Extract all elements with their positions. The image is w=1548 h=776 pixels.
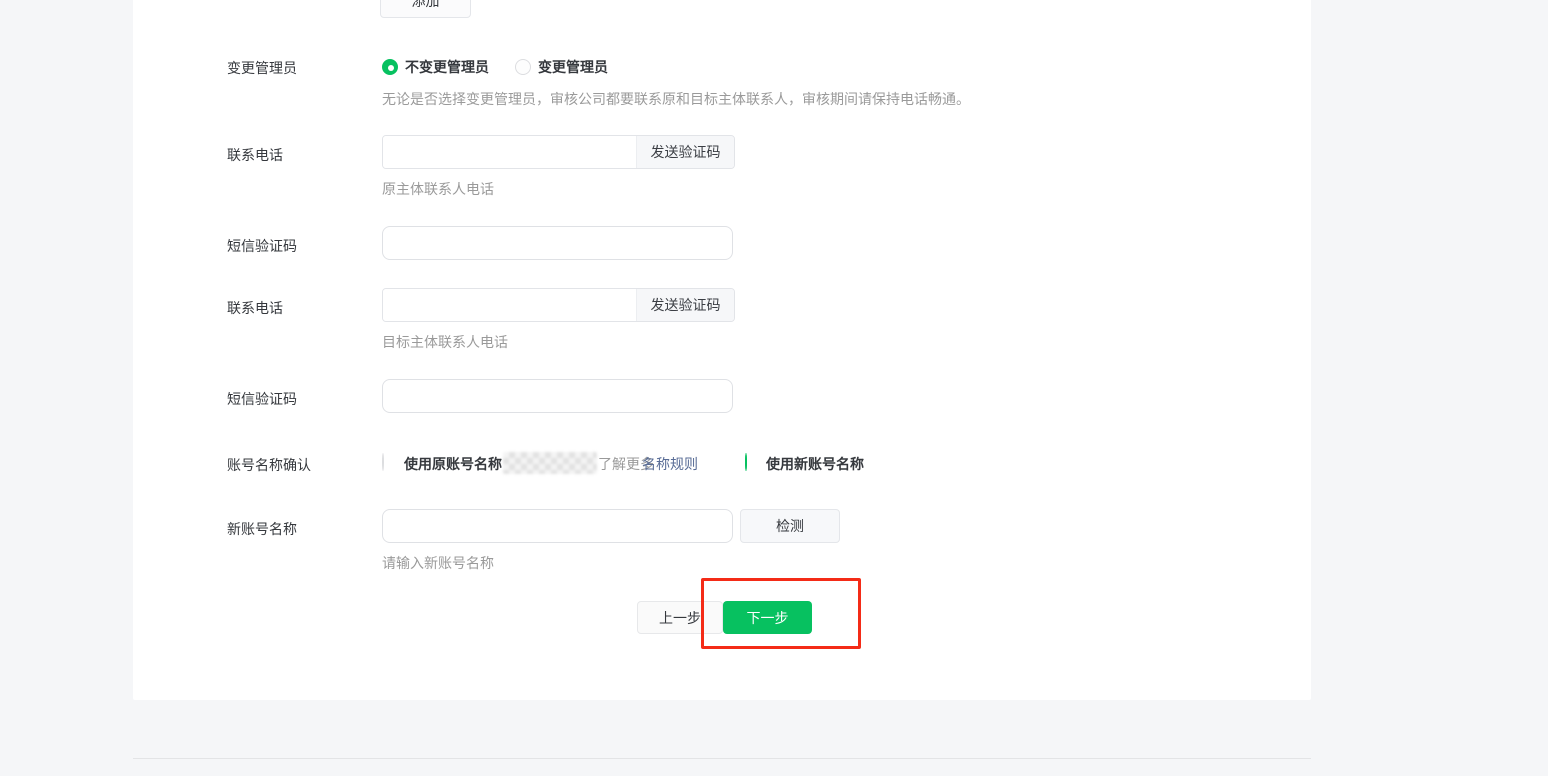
next-step-button[interactable]: 下一步: [723, 601, 812, 634]
target-phone-group: 发送验证码: [382, 288, 735, 322]
new-account-name-input[interactable]: [382, 509, 733, 543]
radio-option-change[interactable]: 变更管理员: [515, 57, 608, 77]
radio-option-label: 变更管理员: [538, 57, 608, 77]
target-phone-label: 联系电话: [227, 298, 283, 318]
original-phone-note: 原主体联系人电话: [382, 179, 494, 199]
new-account-name-note: 请输入新账号名称: [382, 553, 494, 573]
redacted-original-account-name: [503, 452, 597, 474]
original-sms-label: 短信验证码: [227, 236, 297, 256]
radio-checked-icon[interactable]: [382, 59, 398, 75]
admin-change-note: 无论是否选择变更管理员，审核公司都要联系原和目标主体联系人，审核期间请保持电话畅…: [382, 89, 970, 109]
target-phone-input[interactable]: [383, 289, 636, 321]
new-account-name-label: 新账号名称: [227, 519, 297, 539]
radio-option-no-change[interactable]: 不变更管理员: [382, 57, 489, 77]
original-sms-input[interactable]: [382, 226, 733, 260]
admin-change-label: 变更管理员: [227, 58, 297, 78]
previous-step-button[interactable]: 上一步: [637, 601, 723, 634]
target-phone-note: 目标主体联系人电话: [382, 332, 508, 352]
name-rules-link[interactable]: 名称规则: [642, 454, 698, 474]
radio-option-label: 不变更管理员: [405, 57, 489, 77]
original-phone-input[interactable]: [383, 136, 636, 168]
original-phone-group: 发送验证码: [382, 135, 735, 169]
footer-divider: [133, 758, 1311, 759]
original-send-code-button[interactable]: 发送验证码: [636, 136, 734, 168]
target-send-code-button[interactable]: 发送验证码: [636, 289, 734, 321]
form-panel: 添加 变更管理员 不变更管理员 变更管理员 无论是否选择变更管理员，审核公司都要…: [133, 0, 1311, 700]
account-name-confirm-row: 使用原账号名称 了解更多 名称规则 使用新账号名称: [133, 453, 1311, 474]
use-new-name-option[interactable]: 使用新账号名称: [766, 454, 864, 474]
original-phone-label: 联系电话: [227, 145, 283, 165]
radio-unchecked-icon[interactable]: [382, 453, 384, 471]
add-button[interactable]: 添加: [380, 0, 471, 18]
radio-unchecked-icon[interactable]: [515, 59, 531, 75]
target-sms-input[interactable]: [382, 379, 733, 413]
use-original-name-option[interactable]: 使用原账号名称: [404, 454, 502, 474]
radio-checked-icon[interactable]: [745, 453, 747, 471]
target-sms-label: 短信验证码: [227, 389, 297, 409]
admin-change-radio-group: 不变更管理员 变更管理员: [382, 57, 608, 77]
check-name-button[interactable]: 检测: [740, 509, 840, 543]
